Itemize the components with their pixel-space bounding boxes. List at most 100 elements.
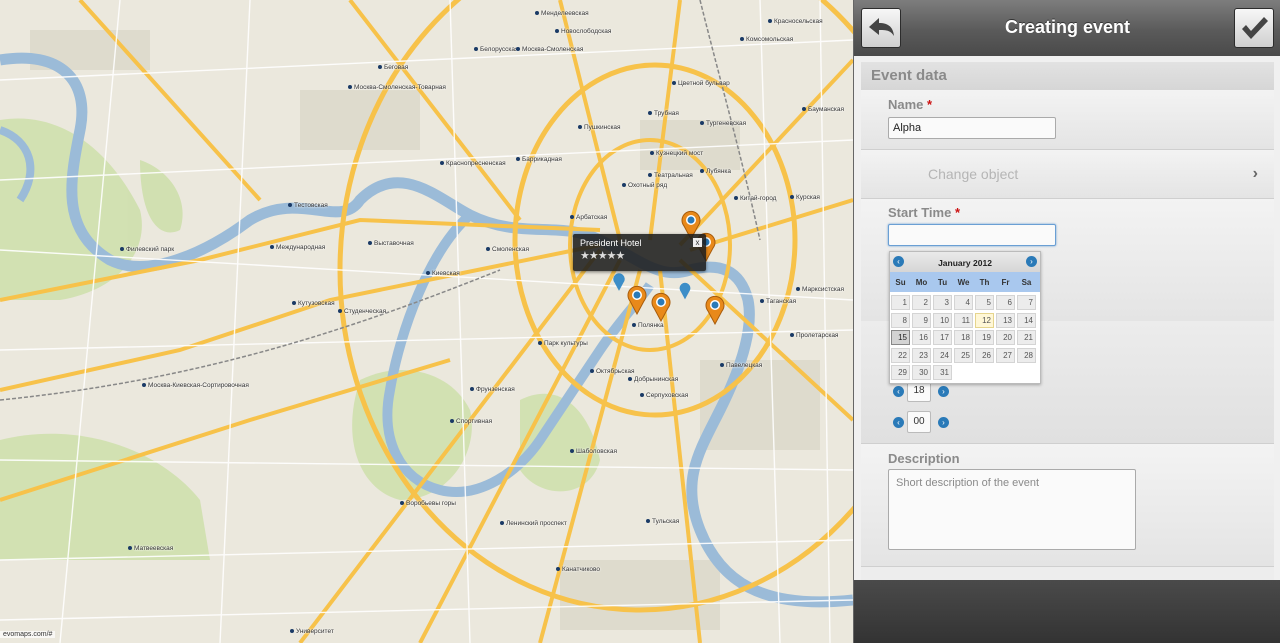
map-label: Полянка [632,322,664,329]
map-label: Тестовская [288,202,328,209]
calendar-day[interactable]: 19 [975,330,994,345]
calendar-day[interactable]: 1 [891,295,910,310]
hour-decrement-icon[interactable]: ‹ [893,386,904,397]
map-label: Университет [290,628,334,635]
calendar-day[interactable]: 22 [891,347,910,363]
calendar-day[interactable]: 29 [891,365,910,380]
poi-pin-icon[interactable] [612,272,626,292]
map-label: Серпуховская [640,392,688,399]
hotel-info-window[interactable]: President Hotel ★★★★★ x [573,234,706,271]
confirm-button[interactable] [1234,8,1274,48]
map-label: Парк культуры [538,340,588,347]
map-label: Выставочная [368,240,414,247]
map-label: Ленинский проспект [500,520,567,527]
map-label: Комсомольская [740,36,793,43]
calendar-day[interactable]: 6 [996,295,1015,310]
info-window-title: President Hotel [580,238,642,248]
calendar-day[interactable]: 8 [891,312,910,328]
map-label: Краснопресненская [440,160,506,167]
map-label: Москва-Киевская-Сортировочная [142,382,249,389]
map-label: Кутузовская [292,300,335,307]
checkmark-icon [1242,17,1268,39]
poi-pin-icon[interactable] [676,282,694,300]
hotel-pin-icon[interactable] [704,295,726,325]
weekday-label: We [957,278,970,287]
next-month-icon[interactable]: › [1026,256,1037,267]
calendar-day[interactable]: 9 [912,312,931,328]
minute-field[interactable]: 00 [907,411,931,433]
calendar-day[interactable]: 17 [933,330,952,345]
calendar-day[interactable]: 24 [933,347,952,363]
map-label: Студенческая [338,308,386,315]
back-arrow-icon [869,18,894,36]
minute-increment-icon[interactable]: › [938,417,949,428]
back-button[interactable] [861,8,901,48]
map-label: Москва-Смоленская [516,46,583,53]
calendar-day[interactable]: 12 [975,312,994,328]
weekday-label: Th [979,278,990,287]
calendar-day[interactable]: 11 [954,312,973,328]
calendar-day[interactable]: 21 [1017,330,1036,345]
calendar-day[interactable]: 28 [1017,347,1036,363]
map-label: Киевская [426,270,460,277]
hour-increment-icon[interactable]: › [938,386,949,397]
map-view[interactable]: Менделеевская Новослободская Белорусская… [0,0,853,643]
calendar-day[interactable]: 3 [933,295,952,310]
calendar-day[interactable]: 14 [1017,312,1036,328]
page-title: Creating event [1004,17,1131,37]
weekday-header: Su Mo Tu We Th Fr Sa [890,272,1040,292]
description-label: Description [888,451,960,466]
calendar-day[interactable]: 30 [912,365,931,380]
name-input[interactable]: Alpha [888,117,1056,139]
calendar-day[interactable]: 27 [996,347,1015,363]
start-time-input[interactable] [888,224,1056,246]
map-label: Таганская [760,298,796,305]
calendar-day[interactable]: 2 [912,295,931,310]
map-label: Смоленская [486,246,529,253]
calendar-day[interactable]: 13 [996,312,1015,328]
map-label: Баррикадная [516,156,562,163]
map-label: Москва-Смоленская-Товарная [348,84,446,91]
minute-decrement-icon[interactable]: ‹ [893,417,904,428]
calendar-day[interactable]: 15 [891,330,910,345]
calendar-day[interactable]: 20 [996,330,1015,345]
map-copyright[interactable]: evomaps.com/# [0,631,56,638]
calendar-day[interactable]: 5 [975,295,994,310]
map-label: Добрынинская [628,376,678,383]
hotel-pin-icon[interactable] [626,285,648,315]
map-label: Пушкинская [578,124,621,131]
map-label: Павелецкая [720,362,762,369]
weekday-label: Fr [1001,278,1010,287]
map-label: Красносельская [768,18,823,25]
close-icon[interactable]: x [693,238,702,247]
map-label: Трубная [648,110,679,117]
calendar-day[interactable]: 16 [912,330,931,345]
calendar-day[interactable]: 18 [954,330,973,345]
map-label: Фрунзенская [470,386,515,393]
calendar-day[interactable]: 25 [954,347,973,363]
date-picker[interactable]: ‹ January 2012 › Su Mo Tu We Th Fr Sa 12345678… [889,251,1041,384]
map-label: Воробьевы горы [400,500,456,507]
description-textarea[interactable]: Short description of the event [888,469,1136,550]
name-label: Name * [888,97,933,112]
map-label: Белорусская [474,46,519,53]
hotel-pin-icon[interactable] [650,292,672,322]
calendar-day[interactable]: 7 [1017,295,1036,310]
weekday-label: Tu [937,278,948,287]
chevron-right-icon: › [1252,165,1258,182]
map-label: Филевский парк [120,246,174,253]
map-label: Театральная [648,172,693,179]
calendar-day[interactable]: 26 [975,347,994,363]
map-label: Марксистская [796,286,844,293]
weekday-label: Mo [915,278,928,287]
map-label: Новослободская [555,28,611,35]
calendar-day[interactable]: 23 [912,347,931,363]
top-bar: Creating event [854,0,1280,56]
map-label: Октябрьская [590,368,635,375]
weekday-label: Su [895,278,906,287]
change-object-row[interactable]: Change object › [861,150,1274,199]
calendar-day[interactable]: 31 [933,365,952,380]
calendar-day[interactable]: 4 [954,295,973,310]
calendar-day[interactable]: 10 [933,312,952,328]
weekday-label: Sa [1021,278,1032,287]
